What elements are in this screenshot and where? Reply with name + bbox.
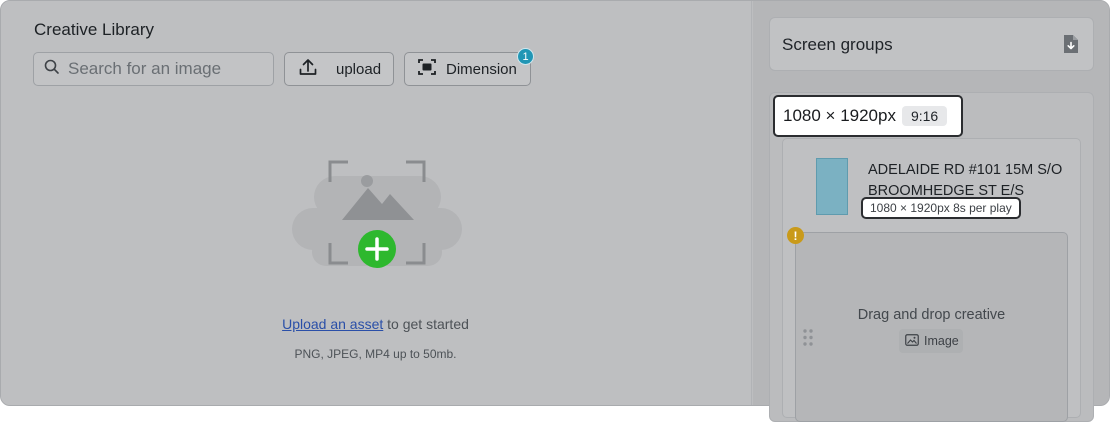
empty-state-image-icon <box>290 158 465 278</box>
upload-icon <box>298 57 318 81</box>
image-icon <box>905 333 919 349</box>
empty-state-suffix: to get started <box>383 316 469 332</box>
empty-state-message: Upload an asset to get started <box>0 316 751 332</box>
search-input[interactable] <box>68 59 258 79</box>
aspect-ratio-badge: 9:16 <box>901 106 948 126</box>
drag-handle-icon[interactable] <box>803 329 813 351</box>
screen-spec: 1080 × 1920px 8s per play <box>861 197 1021 219</box>
upload-button[interactable]: upload <box>284 52 394 86</box>
dimension-icon <box>417 58 437 80</box>
resolution-label: 1080 × 1920px <box>783 106 896 125</box>
image-type-chip: Image <box>899 329 963 353</box>
dimension-filter-button[interactable]: Dimension 1 <box>404 48 534 86</box>
image-chip-label: Image <box>924 334 959 348</box>
filter-count-badge: 1 <box>517 48 534 65</box>
upload-label: upload <box>336 60 382 78</box>
library-title: Creative Library <box>34 20 154 39</box>
search-icon <box>44 59 60 80</box>
screen-name: ADELAIDE RD #101 15M S/O BROOMHEDGE ST E… <box>868 162 1063 199</box>
screen-groups-title: Screen groups <box>782 35 893 54</box>
dropzone-text: Drag and drop creative <box>857 307 1006 323</box>
screen-groups-header: Screen groups <box>769 17 1094 71</box>
search-box[interactable] <box>33 52 274 86</box>
screen-thumbnail <box>816 158 848 215</box>
creative-dropzone[interactable] <box>795 232 1068 422</box>
document-download-icon[interactable] <box>1063 34 1079 59</box>
upload-asset-link[interactable]: Upload an asset <box>282 316 383 332</box>
accepted-formats: PNG, JPEG, MP4 up to 50mb. <box>294 347 457 361</box>
warning-icon: ! <box>787 227 804 244</box>
dimension-label: Dimension <box>446 60 517 78</box>
resolution-group-header: 1080 × 1920px 9:16 <box>773 95 963 137</box>
